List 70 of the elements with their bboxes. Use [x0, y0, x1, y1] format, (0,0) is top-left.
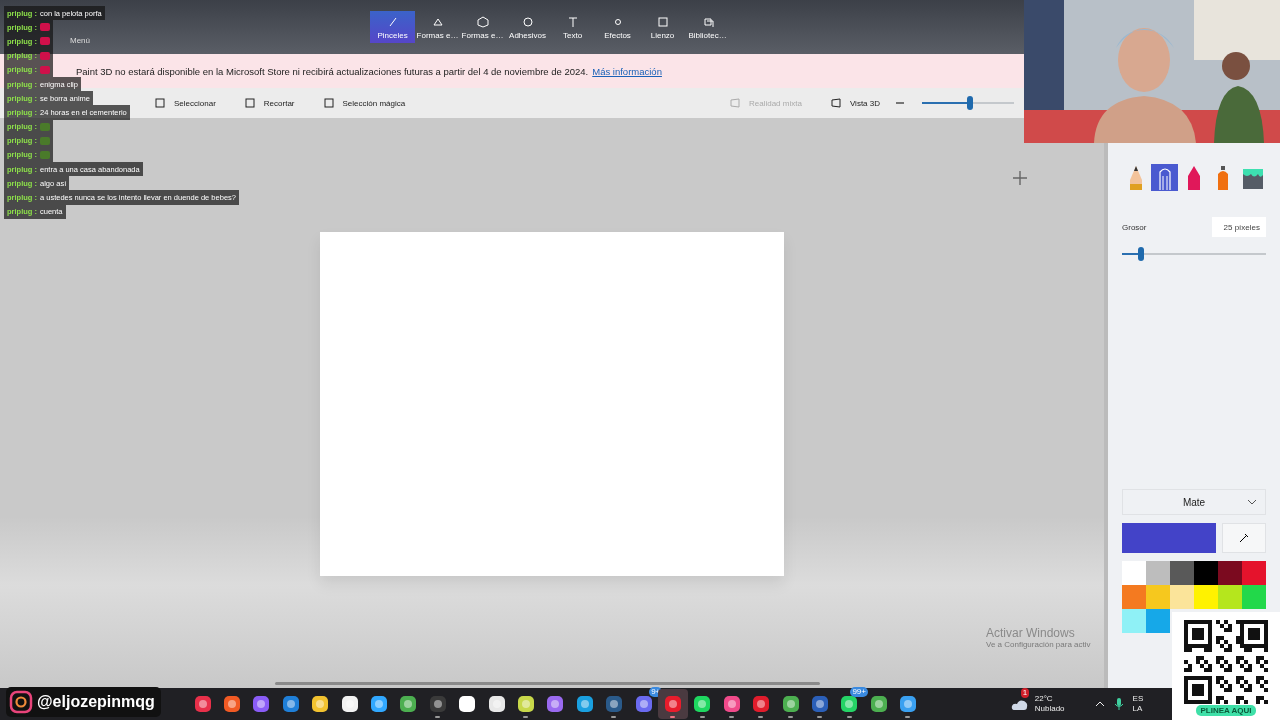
- text-icon: [566, 16, 579, 28]
- crayon-icon: [1188, 165, 1200, 190]
- color-swatch[interactable]: [1122, 585, 1146, 609]
- cloud-icon: [1010, 698, 1029, 710]
- activation-title: Activar Windows: [986, 626, 1076, 640]
- marker-icon: [1157, 165, 1172, 190]
- eyedropper-icon: [1238, 532, 1250, 544]
- social-handle: @eljozepinmqg: [37, 693, 155, 711]
- color-swatch[interactable]: [1194, 585, 1218, 609]
- weather-badge: 1: [1020, 688, 1030, 698]
- frame-icon: [656, 16, 669, 28]
- toolbar-button[interactable]: Recortar: [229, 97, 309, 109]
- brush-button[interactable]: [1151, 164, 1179, 191]
- color-swatch[interactable]: [1218, 585, 1242, 609]
- chevron-icon: [1247, 499, 1257, 505]
- ribbon-tab[interactable]: Lienzo: [640, 11, 685, 43]
- menu-button[interactable]: Menú: [70, 35, 90, 45]
- color-swatch[interactable]: [1122, 609, 1146, 633]
- cube-icon: [476, 16, 489, 28]
- pencil-icon: [1129, 165, 1142, 190]
- more-info-link[interactable]: Más información: [592, 65, 662, 77]
- ribbon-tab[interactable]: Efectos: [595, 11, 640, 43]
- finish-dropdown[interactable]: Mate: [1122, 489, 1266, 515]
- color-swatch[interactable]: [1218, 561, 1242, 585]
- ribbon-tab[interactable]: Formas e…: [415, 11, 460, 43]
- color-swatch[interactable]: [1242, 585, 1266, 609]
- library-icon: [701, 16, 714, 28]
- crosshair-icon: [1013, 171, 1027, 185]
- slider-thumb[interactable]: [966, 96, 973, 110]
- crop-icon: [243, 97, 256, 109]
- chevron-up-icon[interactable]: [1094, 701, 1105, 707]
- shapes-icon: [431, 16, 444, 28]
- color-swatch[interactable]: [1194, 561, 1218, 585]
- color-swatch[interactable]: [1170, 561, 1194, 585]
- weather-condition: Nublado: [1034, 704, 1065, 714]
- language-indicator[interactable]: ES: [1132, 694, 1144, 704]
- notice-text: Paint 3D no estará disponible en la Microsoft Store ni recibirá actualizaciones futuras a partir del 4 de noviembre de 2024.: [76, 65, 589, 77]
- camera-icon: [9, 690, 33, 714]
- select-icon: [154, 97, 166, 109]
- color-swatch[interactable]: [1146, 585, 1170, 609]
- view-3d-icon: [829, 97, 842, 109]
- microphone-icon[interactable]: [1114, 698, 1123, 710]
- scrollbar[interactable]: [275, 682, 820, 685]
- toolbar-button[interactable]: Seleccionar: [140, 97, 230, 109]
- ribbon-tab[interactable]: Texto: [550, 11, 595, 43]
- current-color[interactable]: [1122, 523, 1216, 553]
- mixed-reality-icon: [729, 97, 741, 109]
- language-indicator[interactable]: LA: [1132, 704, 1144, 714]
- toolbar-button[interactable]: Vista 3D: [815, 97, 894, 109]
- color-swatch[interactable]: [1242, 561, 1266, 585]
- thickness-field[interactable]: 25 píxeles: [1212, 217, 1266, 237]
- thickness-label: Grosor: [1122, 222, 1147, 232]
- temperature: 22°C: [1034, 694, 1054, 704]
- qr-caption: PLINEA AQUI: [1195, 705, 1257, 716]
- spray-can-icon: [1216, 165, 1231, 190]
- toolbar-button[interactable]: Selección mágica: [308, 97, 420, 109]
- ribbon-tab[interactable]: Formas e…: [460, 11, 505, 43]
- ribbon-tab[interactable]: Bibliotec…: [685, 11, 730, 43]
- slider-thumb[interactable]: [1137, 247, 1144, 261]
- color-swatch[interactable]: [1146, 609, 1170, 633]
- sticker-icon: [521, 16, 534, 28]
- paint-bucket-icon: [1241, 166, 1264, 189]
- ribbon-tab[interactable]: Pinceles: [370, 11, 415, 43]
- activation-text: Ve a Configuración para activ: [986, 640, 1091, 649]
- color-swatch[interactable]: [1170, 585, 1194, 609]
- notification-badge: 99+: [850, 687, 868, 697]
- color-swatch[interactable]: [1146, 561, 1170, 585]
- color-swatch[interactable]: [1122, 561, 1146, 585]
- magic-select-icon: [322, 97, 335, 109]
- ribbon-tab[interactable]: Adhesivos: [505, 11, 550, 43]
